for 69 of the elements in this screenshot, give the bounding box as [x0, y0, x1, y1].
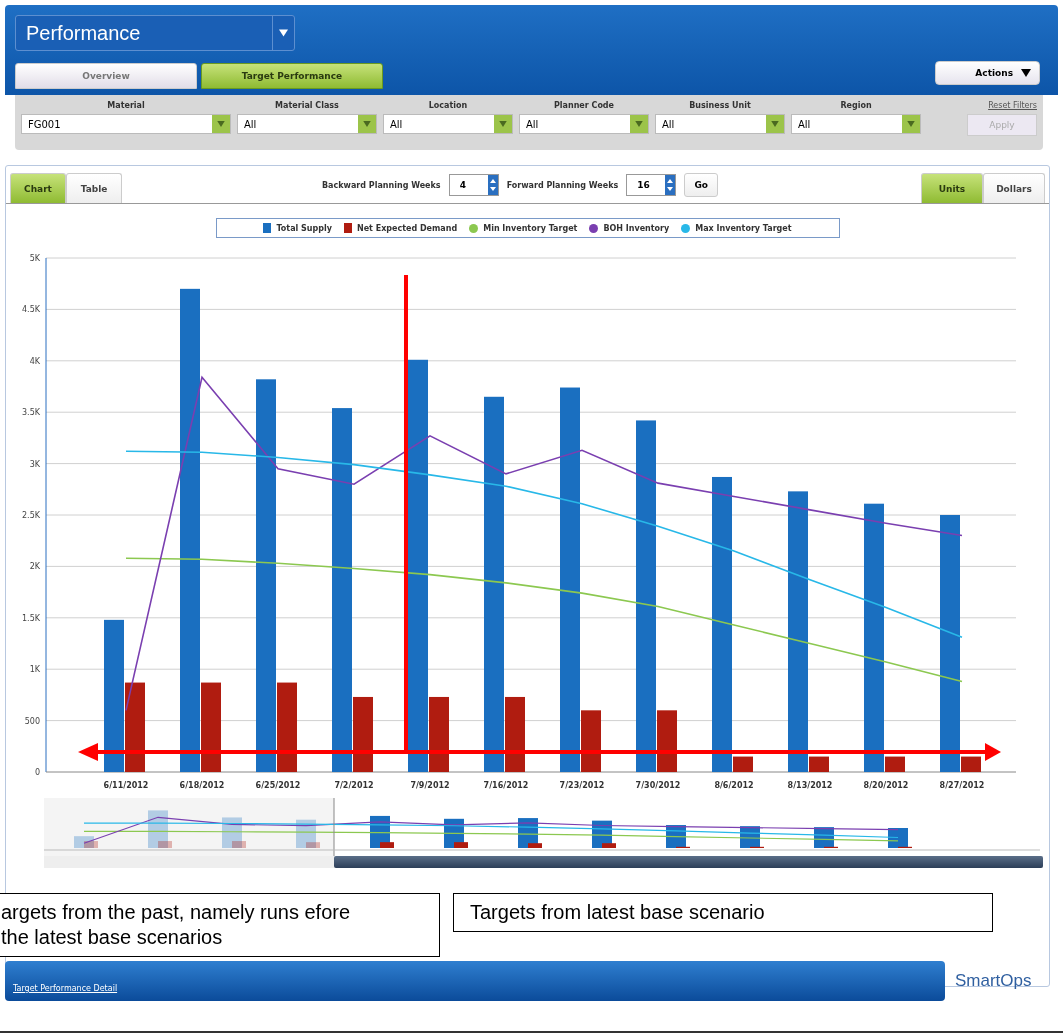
- tab[interactable]: Units: [921, 173, 983, 203]
- filter-dropdown[interactable]: All: [383, 114, 513, 134]
- filter-dropdown[interactable]: All: [791, 114, 921, 134]
- brand-logo: SmartOps: [955, 971, 1032, 991]
- axis-label: 7/9/2012: [410, 781, 450, 790]
- axis-label: 8/27/2012: [939, 781, 985, 790]
- spinner-arrows-icon: [665, 175, 676, 195]
- axis-label: 2.5K: [22, 511, 40, 520]
- filter-label: Location: [428, 101, 468, 110]
- caret-icon: [766, 115, 784, 133]
- axis-label: 7/16/2012: [483, 781, 529, 790]
- field-label: Forward Planning Weeks: [506, 180, 619, 190]
- caret-icon: [358, 115, 376, 133]
- legend-item: BOH Inventory: [589, 223, 670, 233]
- axis-label: 5K: [29, 254, 40, 263]
- caret-icon: [494, 115, 512, 133]
- range-scrollbar[interactable]: [44, 856, 1043, 868]
- filter-label: Material Class: [275, 101, 339, 110]
- tab[interactable]: Target Performance: [201, 63, 383, 89]
- annotation-box: argets from the past, namely runs efore the latest base scenarios: [0, 893, 440, 957]
- field-label: Backward Planning Weeks: [322, 180, 441, 190]
- filter-label: Material: [107, 101, 145, 110]
- axis-label: 4.5K: [22, 305, 40, 315]
- filter-label: Planner Code: [553, 101, 615, 110]
- filter-dropdown[interactable]: All: [655, 114, 785, 134]
- filter-dropdown[interactable]: All: [519, 114, 649, 134]
- filter-dropdown[interactable]: FG001: [21, 114, 231, 134]
- axis-label: 1.5K: [22, 613, 40, 623]
- navigator-drawing[interactable]: [44, 798, 1040, 856]
- axis-label: 6/25/2012: [255, 781, 301, 790]
- caret-icon: [630, 115, 648, 133]
- tab[interactable]: Table: [66, 173, 122, 203]
- reset-filters-link[interactable]: Reset Filters: [988, 101, 1037, 110]
- filter-label: Business Unit: [689, 101, 751, 110]
- annotation-box: Targets from latest base scenario: [453, 893, 993, 932]
- axis-label: 8/6/2012: [714, 781, 754, 790]
- filter-dropdown[interactable]: All: [237, 114, 377, 134]
- caret-icon: [1021, 69, 1031, 77]
- axis-label: 500: [24, 716, 40, 726]
- axis-label: 2K: [29, 562, 40, 572]
- axis-label: 6/18/2012: [179, 781, 225, 790]
- spinner-arrows-icon: [487, 175, 498, 195]
- axis-label: 7/2/2012: [334, 781, 374, 790]
- axis-label: 0: [34, 768, 40, 777]
- axis-label: 8/20/2012: [863, 781, 909, 790]
- axis-label: 6/11/2012: [103, 781, 149, 790]
- axis-label: 7/23/2012: [559, 781, 605, 790]
- caret-icon: [212, 115, 230, 133]
- legend-item: Max Inventory Target: [681, 223, 792, 233]
- spinner-field[interactable]: 4: [448, 174, 499, 196]
- axis-label: 7/30/2012: [635, 781, 681, 790]
- legend-item: Total Supply: [263, 223, 332, 233]
- axis-label: 1K: [29, 665, 40, 675]
- tab[interactable]: Overview: [15, 63, 197, 89]
- spinner-field[interactable]: 16: [626, 174, 677, 196]
- axis-label: 3.5K: [22, 408, 40, 418]
- go-button[interactable]: Go: [684, 173, 719, 197]
- axis-label: 4K: [29, 356, 40, 366]
- legend-item: Net Expected Demand: [343, 223, 458, 233]
- detail-link[interactable]: Target Performance Detail: [13, 984, 118, 993]
- caret-icon: [902, 115, 920, 133]
- filter-label: Region: [840, 101, 872, 110]
- axis-label: 8/13/2012: [787, 781, 833, 790]
- tab[interactable]: Dollars: [983, 173, 1045, 203]
- actions-button[interactable]: Actions: [935, 61, 1040, 85]
- legend-item: Min Inventory Target: [469, 223, 578, 233]
- title-dropdown[interactable]: Performance: [15, 15, 295, 51]
- tab[interactable]: Chart: [10, 173, 66, 203]
- axis-label: 3K: [29, 459, 40, 469]
